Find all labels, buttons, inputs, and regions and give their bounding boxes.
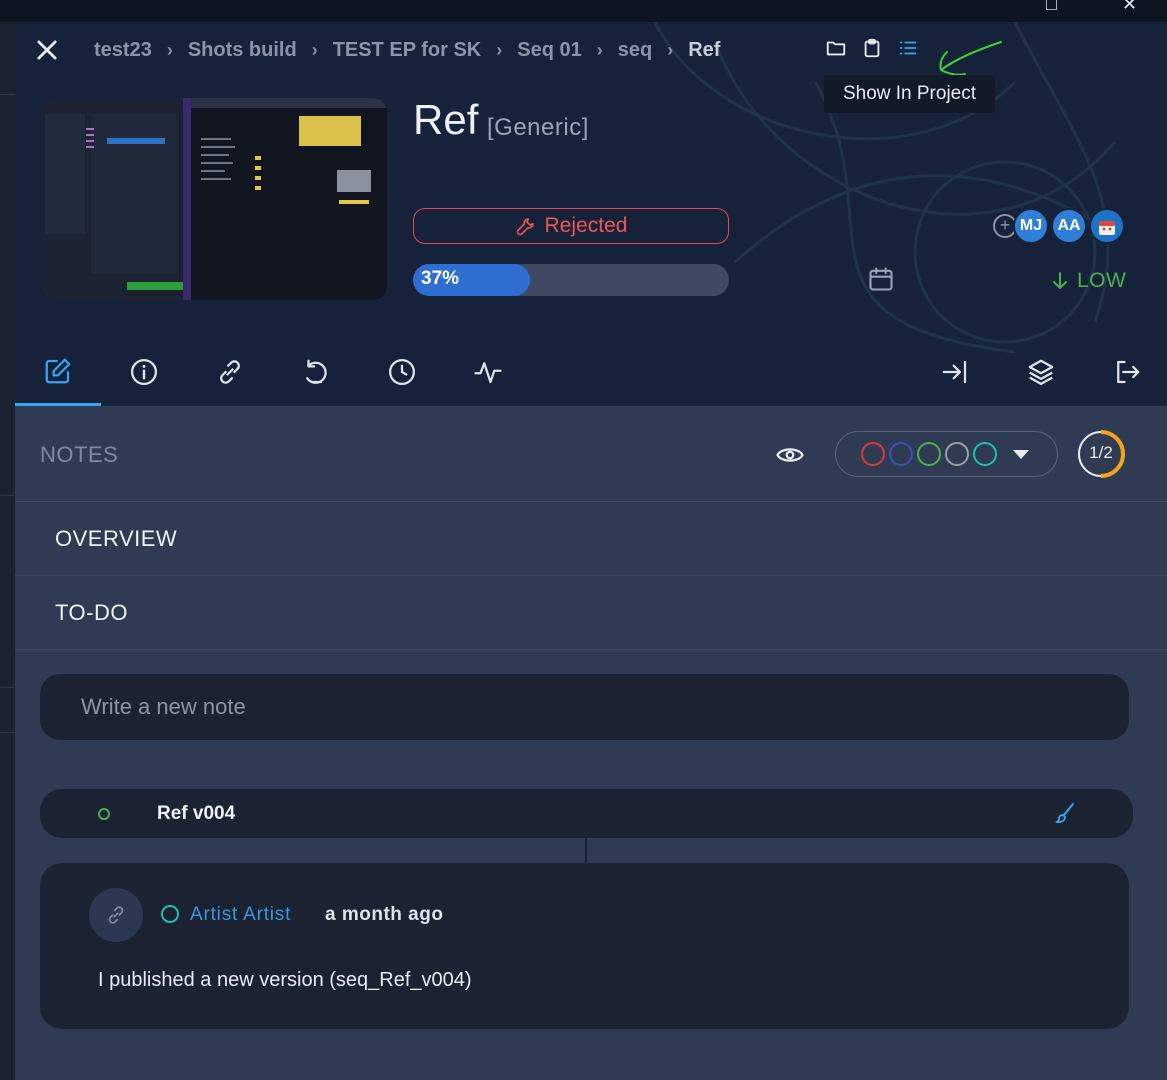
panel-header: test23 › Shots build › TEST EP for SK › … (15, 22, 1167, 406)
notes-counter[interactable]: 1/2 (1076, 429, 1126, 479)
assignees: + MJ AA (993, 208, 1125, 244)
entity-thumbnail[interactable] (41, 98, 387, 300)
breadcrumb-separator: › (311, 39, 318, 60)
window-titlebar: □ ✕ (0, 0, 1167, 22)
priority[interactable]: LOW (1051, 269, 1126, 293)
brush-icon[interactable] (1053, 801, 1077, 825)
tab-info[interactable] (101, 338, 187, 406)
avatar[interactable] (89, 888, 143, 942)
layers-icon (1028, 359, 1054, 385)
breadcrumb: test23 › Shots build › TEST EP for SK › … (94, 36, 720, 64)
tab-activity[interactable] (445, 338, 531, 406)
tab-layers[interactable] (998, 338, 1084, 406)
window-close-icon[interactable]: ✕ (1122, 0, 1137, 15)
breadcrumb-episode[interactable]: TEST EP for SK (333, 39, 482, 62)
comment-body: I published a new version (seq_Ref_v004) (98, 969, 472, 991)
comment-author[interactable]: Artist Artist (190, 904, 291, 926)
background-app-strip (0, 22, 15, 1080)
status-filter-color (917, 442, 941, 466)
comment-card: Artist Artist a month ago I published a … (40, 863, 1129, 1029)
header-actions (825, 37, 919, 59)
breadcrumb-folder[interactable]: Shots build (188, 39, 297, 62)
avatar-picture-icon (1099, 221, 1115, 235)
arrow-down-icon (1053, 272, 1067, 289)
status-label: Rejected (544, 214, 628, 237)
avatar[interactable]: AA (1051, 208, 1087, 244)
comment-timestamp: a month ago (325, 904, 444, 925)
clock-icon (389, 359, 415, 385)
version-item[interactable]: Ref v004 (40, 789, 1133, 838)
progress-label: 37% (421, 268, 460, 289)
enter-icon (942, 360, 967, 384)
status-filter-color (889, 442, 913, 466)
avatar-image[interactable] (1089, 208, 1125, 244)
progress-bar: 37% (413, 264, 729, 296)
tab-time[interactable] (359, 338, 445, 406)
notes-header: NOTES 1/2 (15, 406, 1167, 502)
detail-tabs (15, 338, 1167, 406)
exit-icon (1117, 360, 1140, 384)
list-icon[interactable] (897, 37, 919, 59)
breadcrumb-project[interactable]: test23 (94, 39, 152, 62)
status-filter-color (945, 442, 969, 466)
breadcrumb-separator: › (166, 39, 173, 60)
priority-label: LOW (1077, 269, 1127, 292)
wrench-icon (516, 218, 534, 236)
info-icon (131, 359, 157, 385)
calendar-icon[interactable] (867, 264, 895, 294)
folder-icon[interactable] (825, 37, 847, 59)
breadcrumb-separator: › (596, 39, 603, 60)
breadcrumb-separator: › (496, 39, 503, 60)
breadcrumb-shot[interactable]: seq (618, 39, 652, 62)
breadcrumb-current: Ref (688, 38, 721, 61)
tab-versions[interactable] (273, 338, 359, 406)
todo-label: TO-DO (55, 600, 128, 625)
thumbnail-preview-image (41, 98, 387, 300)
breadcrumb-separator: › (667, 39, 674, 60)
status-badge[interactable]: Rejected (413, 208, 729, 244)
status-filter-color (861, 442, 885, 466)
overview-label: OVERVIEW (55, 526, 178, 551)
status-filter-color (973, 442, 997, 466)
clipboard-icon[interactable] (861, 37, 883, 59)
author-status-dot (161, 905, 179, 923)
show-in-project-tooltip: Show In Project (824, 75, 995, 113)
avatar[interactable]: MJ (1013, 208, 1049, 244)
link-icon (108, 906, 124, 924)
history-icon (306, 359, 327, 384)
overview-section[interactable]: OVERVIEW (15, 502, 1167, 576)
chevron-down-icon (1013, 449, 1029, 459)
breadcrumb-sequence[interactable]: Seq 01 (517, 39, 581, 62)
edit-icon (45, 358, 71, 383)
counter-label: 1/2 (1089, 443, 1113, 462)
tab-inputs[interactable] (912, 338, 998, 406)
activity-icon (474, 362, 502, 384)
version-label: Ref v004 (157, 803, 236, 824)
tab-notes[interactable] (15, 338, 101, 406)
timeline-connector (585, 838, 587, 863)
entity-details-panel: test23 › Shots build › TEST EP for SK › … (15, 22, 1167, 1080)
notes-title: NOTES (40, 442, 119, 467)
status-filter-dropdown[interactable] (835, 431, 1058, 477)
version-status-dot (98, 808, 110, 820)
eye-icon[interactable] (775, 440, 805, 470)
entity-type: [Generic] (487, 114, 589, 141)
link-icon (220, 360, 240, 384)
new-note-input[interactable] (40, 674, 1129, 740)
entity-name: Ref (413, 96, 479, 143)
todo-section[interactable]: TO-DO (15, 576, 1167, 650)
maximize-icon[interactable]: □ (1046, 0, 1057, 15)
tab-links[interactable] (187, 338, 273, 406)
tab-outputs[interactable] (1084, 338, 1167, 406)
close-icon[interactable] (33, 36, 61, 64)
